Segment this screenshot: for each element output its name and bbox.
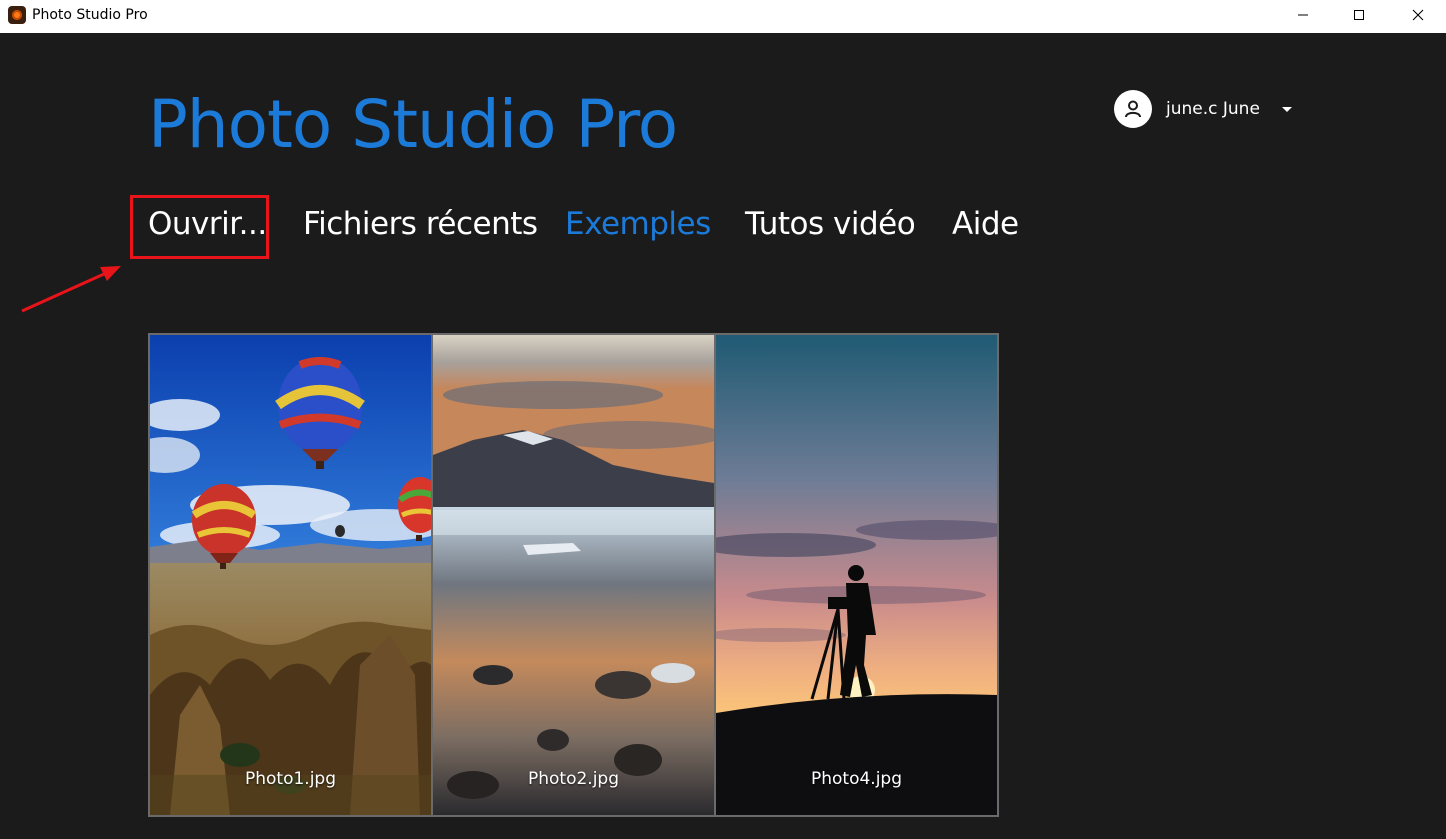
user-menu[interactable]: june.c June: [1114, 90, 1292, 128]
user-name[interactable]: june.c June: [1166, 99, 1260, 119]
highlight-box: [130, 195, 269, 259]
user-avatar[interactable]: [1114, 90, 1152, 128]
balloons-thumbnail: [150, 335, 431, 815]
gallery-item-photo1[interactable]: Photo1.jpg: [150, 335, 431, 815]
annotation-arrow: [21, 266, 121, 313]
nav-video-tutorials[interactable]: Tutos vidéo: [745, 206, 916, 242]
gallery-item-photo4[interactable]: Photo4.jpg: [716, 335, 997, 815]
user-icon: [1125, 100, 1141, 118]
minimize-button[interactable]: [1280, 0, 1326, 30]
thumbnail-label: Photo2.jpg: [527, 769, 620, 789]
app-title: Photo Studio Pro: [148, 86, 678, 163]
gallery-item-photo2[interactable]: Photo2.jpg: [433, 335, 714, 815]
thumbnail-label: Photo4.jpg: [810, 769, 903, 789]
nav-recent-files[interactable]: Fichiers récents: [303, 206, 538, 242]
nav-help[interactable]: Aide: [952, 206, 1019, 242]
maximize-button[interactable]: [1336, 0, 1382, 30]
nav-examples[interactable]: Exemples: [565, 206, 711, 242]
close-button[interactable]: [1395, 0, 1441, 30]
close-icon: [1412, 9, 1424, 21]
silhouette-thumbnail: [716, 335, 997, 815]
minimize-icon: [1298, 14, 1308, 16]
examples-gallery: Photo1.jpg Photo2.jpg Photo4.jpg: [148, 333, 999, 817]
thumbnail-label: Photo1.jpg: [244, 769, 337, 789]
maximize-icon: [1354, 10, 1364, 20]
chevron-down-icon[interactable]: [1281, 106, 1292, 112]
title-bar: Photo Studio Pro: [0, 0, 1446, 33]
lake-thumbnail: [433, 335, 714, 815]
